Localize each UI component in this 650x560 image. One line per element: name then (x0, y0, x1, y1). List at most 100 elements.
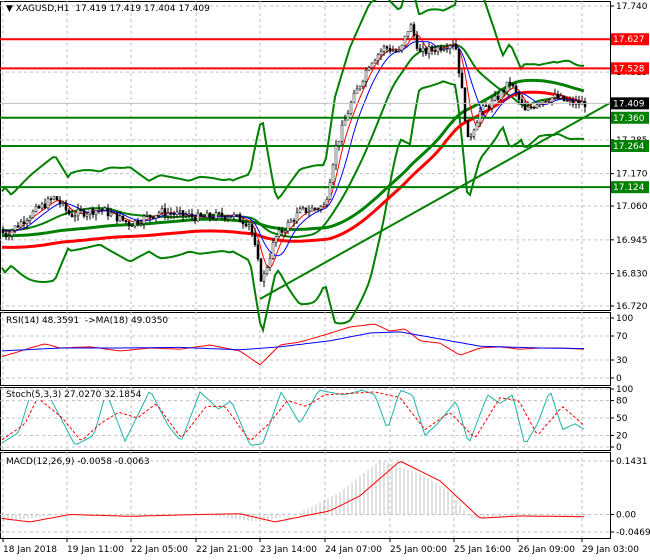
candle (61, 202, 65, 205)
candle (121, 215, 125, 221)
candle (289, 220, 293, 223)
candle (253, 233, 257, 245)
candle (136, 220, 140, 225)
candle (349, 102, 353, 114)
candle (427, 46, 431, 54)
candle (40, 203, 44, 209)
candle (322, 204, 326, 207)
candle (361, 80, 365, 87)
candle (22, 221, 26, 224)
candle (73, 215, 77, 218)
chart-canvas[interactable]: 17.74017.51517.28517.17017.06016.94516.8… (0, 0, 650, 560)
candle (433, 50, 437, 52)
candle (286, 222, 290, 232)
candle (103, 207, 107, 211)
macd-signal-line (1, 460, 584, 523)
y-tick-label: 0.00 (616, 510, 636, 520)
candle (331, 164, 335, 183)
y-tick-label: 0.1431 (616, 457, 648, 467)
candle (469, 136, 473, 138)
level-label: 17.627 (613, 35, 645, 45)
candle (256, 244, 260, 260)
candle (76, 208, 80, 217)
candle (364, 70, 368, 82)
bollinger-middle (1, 43, 584, 238)
candle (214, 212, 218, 220)
candle (295, 212, 299, 222)
candle (370, 62, 374, 68)
candle (64, 202, 68, 211)
candle (271, 242, 275, 259)
y-tick-label: 16.720 (616, 302, 648, 312)
candle (487, 105, 491, 109)
candle (568, 100, 572, 102)
x-tick-label: 22 Jan 21:00 (196, 545, 253, 555)
candle (172, 213, 176, 216)
candle (574, 100, 578, 105)
candle (67, 209, 71, 215)
candle (583, 101, 587, 108)
candle (337, 141, 341, 146)
candle (418, 48, 422, 52)
candle (157, 212, 161, 216)
x-tick-label: 26 Jan 09:00 (518, 545, 575, 555)
candle (352, 92, 356, 103)
candle (7, 235, 11, 238)
candle (265, 267, 269, 274)
candle (58, 199, 62, 205)
candle (190, 213, 194, 218)
candle (31, 210, 35, 218)
candle (268, 258, 272, 268)
candle (238, 214, 242, 222)
candle (181, 210, 185, 217)
candle (70, 213, 74, 218)
candle (13, 225, 17, 231)
candle (367, 67, 371, 71)
candle (220, 212, 224, 217)
candle (247, 224, 251, 227)
y-tick-label: 17.740 (616, 2, 648, 12)
panel-frame (0, 1, 611, 311)
level-label: 17.124 (613, 183, 645, 193)
candle (445, 48, 449, 51)
candle (244, 223, 248, 227)
candle (334, 145, 338, 166)
candle (307, 210, 311, 213)
y-tick-label: 30 (616, 356, 628, 366)
candle (88, 208, 92, 215)
candle (241, 221, 245, 225)
x-tick-label: 29 Jan 03:00 (582, 545, 639, 555)
y-tick-label: 100 (616, 385, 633, 395)
candle (85, 213, 89, 217)
candle (535, 104, 539, 109)
candle (46, 198, 50, 209)
candle (394, 50, 398, 52)
candle (484, 105, 488, 107)
chart-window: 17.74017.51517.28517.17017.06016.94516.8… (0, 0, 650, 560)
candle (457, 49, 461, 74)
bollinger-upper (1, 0, 585, 201)
candle (442, 48, 446, 51)
candle (196, 212, 200, 222)
candle (481, 105, 485, 112)
candle (313, 207, 317, 210)
candle (415, 35, 419, 49)
candle (436, 46, 440, 52)
candle (505, 81, 509, 92)
x-tick-label: 23 Jan 14:00 (260, 545, 317, 555)
candle (526, 106, 530, 111)
candle (94, 209, 98, 215)
candle (97, 209, 101, 211)
candle (448, 45, 452, 50)
candle (184, 214, 188, 217)
y-tick-label: 20 (616, 431, 628, 441)
candle (559, 95, 563, 99)
candle (202, 215, 206, 218)
candle (49, 198, 53, 200)
candle (262, 273, 266, 282)
dropdown-triangle-icon[interactable]: ▼ (6, 4, 16, 14)
candle (397, 49, 401, 52)
candle (403, 35, 407, 46)
candle (400, 44, 404, 51)
candle (544, 100, 548, 103)
